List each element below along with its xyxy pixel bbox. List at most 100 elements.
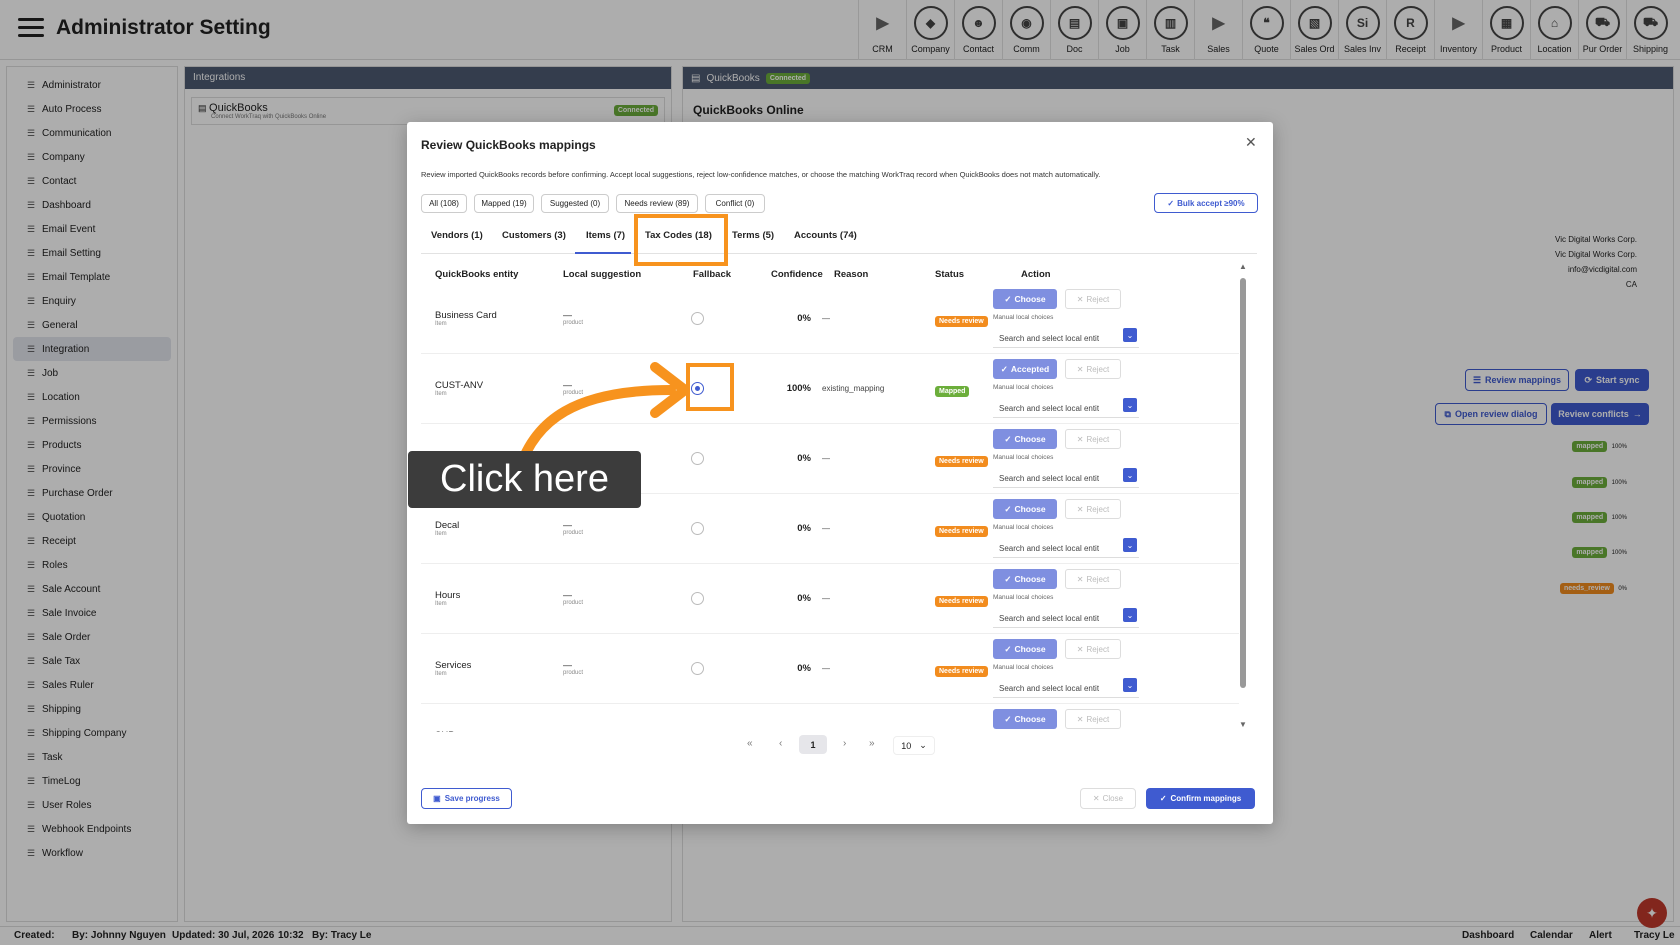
- entity-name: Business Card: [435, 310, 497, 321]
- chevron-down-icon[interactable]: ⌄: [1123, 538, 1137, 552]
- close-icon: ✕: [1092, 794, 1100, 803]
- confidence-value: 0%: [797, 453, 811, 464]
- chevron-down-icon: ⌄: [919, 740, 927, 750]
- tab-items[interactable]: Items (7): [586, 230, 625, 241]
- page-next-button[interactable]: ›: [843, 738, 846, 749]
- filter-mapped[interactable]: Mapped (19): [474, 194, 534, 213]
- choose-label: Choose: [1014, 434, 1046, 444]
- choose-button[interactable]: ✓ Choose: [993, 639, 1057, 659]
- bulk-accept-button[interactable]: ✓ Bulk accept ≥90%: [1154, 193, 1258, 213]
- suggestion-cell: —product: [563, 660, 583, 676]
- page-last-button[interactable]: »: [869, 738, 875, 749]
- manual-choices-label: Manual local choices: [993, 454, 1054, 461]
- chevron-down-icon[interactable]: ⌄: [1123, 468, 1137, 482]
- tab-terms[interactable]: Terms (5): [732, 230, 774, 241]
- entity-kind: Item: [435, 601, 447, 607]
- reject-button[interactable]: ✕ Reject: [1065, 429, 1121, 449]
- choose-button[interactable]: ✓ Choose: [993, 429, 1057, 449]
- active-tab-indicator: [575, 252, 631, 254]
- chevron-down-icon[interactable]: ⌄: [1123, 608, 1137, 622]
- reject-button[interactable]: ✕ Reject: [1065, 499, 1121, 519]
- entity-kind: Item: [435, 321, 447, 327]
- entity-cell: Business Card Item: [435, 310, 497, 327]
- scroll-down-icon[interactable]: ▼: [1239, 720, 1247, 729]
- entity-kind: Item: [435, 391, 447, 397]
- suggestion-kind: product: [563, 530, 584, 536]
- filter-suggested[interactable]: Suggested (0): [541, 194, 609, 213]
- page-prev-button[interactable]: ‹: [779, 738, 782, 749]
- suggestion-value: —: [563, 520, 572, 530]
- page-size-select[interactable]: 10 ⌄: [893, 736, 935, 755]
- suggestion-kind: product: [563, 320, 584, 326]
- chevron-down-icon[interactable]: ⌄: [1123, 398, 1137, 412]
- close-icon[interactable]: ✕: [1245, 134, 1257, 151]
- scroll-up-icon[interactable]: ▲: [1239, 262, 1247, 271]
- reject-button[interactable]: ✕ Reject: [1065, 639, 1121, 659]
- reject-label: Reject: [1086, 434, 1110, 444]
- suggestion-cell: —product: [563, 310, 583, 326]
- scrollbar-thumb[interactable]: [1240, 278, 1246, 688]
- entity-cell: SHP: [435, 730, 455, 732]
- filter-needs-review[interactable]: Needs review (89): [616, 194, 698, 213]
- entity-cell: Services Item: [435, 660, 471, 677]
- save-progress-button[interactable]: ▣ Save progress: [421, 788, 512, 809]
- tab-accounts[interactable]: Accounts (74): [794, 230, 857, 241]
- page-current[interactable]: 1: [799, 735, 827, 754]
- chevron-down-icon[interactable]: ⌄: [1123, 678, 1137, 692]
- choose-button[interactable]: ✓ Choose: [993, 569, 1057, 589]
- check-icon: ✓: [1000, 363, 1008, 374]
- entity-name: SHP: [435, 730, 455, 732]
- filter-conflict[interactable]: Conflict (0): [705, 194, 765, 213]
- local-entity-search[interactable]: Search and select local entit: [993, 470, 1139, 488]
- entity-cell: CUST-ANV Item: [435, 380, 483, 397]
- fallback-radio[interactable]: [691, 522, 704, 535]
- status-badge: Needs review: [935, 316, 988, 327]
- chevron-down-icon[interactable]: ⌄: [1123, 328, 1137, 342]
- choose-button[interactable]: ✓ Choose: [993, 289, 1057, 309]
- col-header-action: Action: [1021, 269, 1051, 280]
- col-header-fallback: Fallback: [693, 269, 732, 280]
- tab-customers[interactable]: Customers (3): [502, 230, 566, 241]
- local-entity-search[interactable]: Search and select local entit: [993, 540, 1139, 558]
- local-entity-search[interactable]: Search and select local entit: [993, 400, 1139, 418]
- local-entity-search[interactable]: Search and select local entit: [993, 680, 1139, 698]
- reject-label: Reject: [1086, 364, 1110, 374]
- tab-vendors[interactable]: Vendors (1): [431, 230, 483, 241]
- confidence-value: 0%: [797, 523, 811, 534]
- fallback-radio[interactable]: [691, 662, 704, 675]
- fallback-radio[interactable]: [691, 312, 704, 325]
- confidence-value: 0%: [797, 313, 811, 324]
- reject-button[interactable]: ✕ Reject: [1065, 289, 1121, 309]
- table-row: Business Card Item — product 0% — Needs review…: [421, 284, 1239, 354]
- choose-button[interactable]: ✓ Choose: [993, 499, 1057, 519]
- check-icon: ✓: [1004, 713, 1012, 724]
- suggestion-cell: —product: [563, 590, 583, 606]
- reason-value: —: [822, 594, 830, 603]
- manual-choices-label: Manual local choices: [993, 664, 1054, 671]
- manual-choices-label: Manual local choices: [993, 594, 1054, 601]
- close-icon: ✕: [1076, 714, 1084, 724]
- choose-button[interactable]: ✓ Choose: [993, 709, 1057, 729]
- suggestion-value: —: [563, 590, 572, 600]
- reject-button[interactable]: ✕ Reject: [1065, 359, 1121, 379]
- manual-choices-label: Manual local choices: [993, 384, 1054, 391]
- local-entity-search[interactable]: Search and select local entit: [993, 610, 1139, 628]
- col-header-reason: Reason: [834, 269, 869, 280]
- reject-label: Reject: [1086, 294, 1110, 304]
- entity-kind: Item: [435, 671, 447, 677]
- fallback-radio[interactable]: [691, 592, 704, 605]
- entity-name: Services: [435, 660, 472, 671]
- close-button[interactable]: ✕ Close: [1080, 788, 1136, 809]
- check-icon: ✓: [1159, 794, 1167, 803]
- entity-kind: Item: [435, 531, 447, 537]
- page-first-button[interactable]: «: [747, 738, 753, 749]
- entity-cell: Decal Item: [435, 520, 459, 537]
- local-entity-search[interactable]: Search and select local entit: [993, 330, 1139, 348]
- status-badge: Needs review: [935, 526, 988, 537]
- accepted-button[interactable]: ✓ Accepted: [993, 359, 1057, 379]
- reject-button[interactable]: ✕ Reject: [1065, 569, 1121, 589]
- filter-all[interactable]: All (108): [421, 194, 467, 213]
- close-icon: ✕: [1076, 504, 1084, 514]
- confirm-mappings-button[interactable]: ✓ Confirm mappings: [1146, 788, 1255, 809]
- reject-button[interactable]: ✕ Reject: [1065, 709, 1121, 729]
